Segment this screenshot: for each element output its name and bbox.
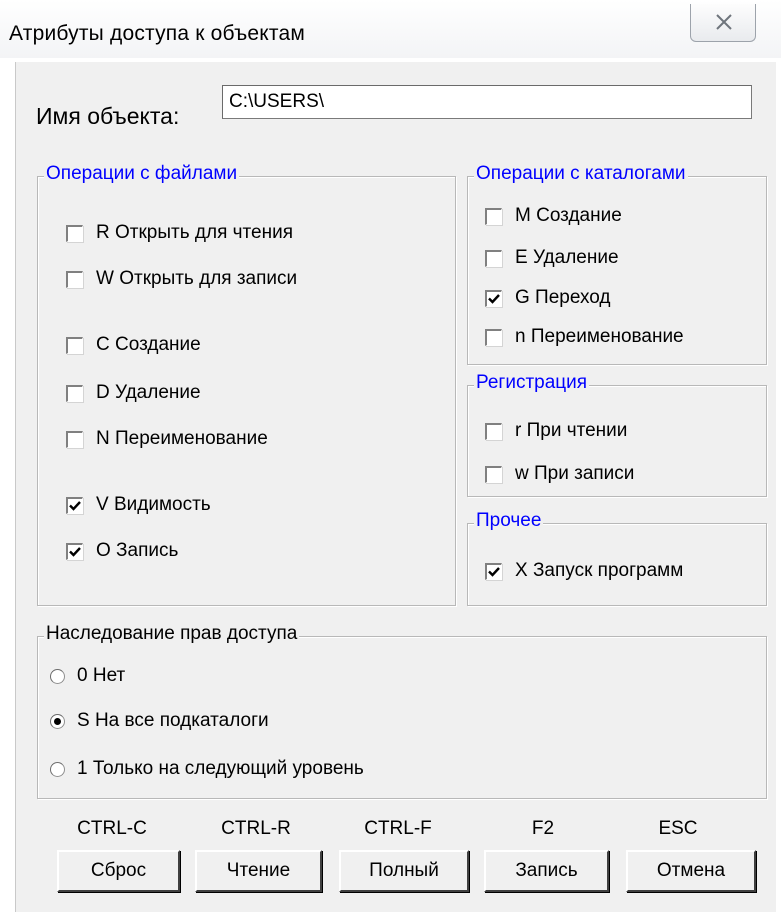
checkbox-label: G Переход (515, 287, 611, 308)
radio-circle[interactable] (50, 713, 65, 729)
checkbox-log-write[interactable]: w При записи (485, 463, 634, 485)
hotkey-cancel: ESC (658, 818, 698, 839)
checkbox-box[interactable] (485, 562, 502, 580)
checkbox-file-delete[interactable]: D Удаление (66, 382, 201, 404)
checkbox-run-programs[interactable]: X Запуск программ (485, 560, 683, 582)
radio-inherit-next-level[interactable]: 1 Только на следующий уровень (50, 758, 364, 780)
checkbox-box[interactable] (66, 336, 83, 354)
checkbox-box[interactable] (485, 422, 502, 440)
checkbox-label: M Создание (515, 205, 622, 226)
checkmark-icon (488, 566, 500, 577)
hotkey-read: CTRL-R (221, 818, 291, 839)
checkbox-file-write[interactable]: O Запись (66, 540, 178, 562)
hotkey-full: CTRL-F (364, 818, 432, 839)
read-button[interactable]: Чтение (195, 850, 322, 892)
object-name-input[interactable] (222, 85, 752, 119)
checkbox-box[interactable] (66, 430, 83, 448)
checkbox-label: D Удаление (96, 382, 201, 403)
checkbox-label: N Переименование (96, 428, 268, 449)
checkbox-open-write[interactable]: W Открыть для записи (66, 268, 297, 290)
checkbox-label: n Переименование (515, 326, 684, 347)
checkbox-open-read[interactable]: R Открыть для чтения (66, 222, 293, 244)
checkbox-label: R Открыть для чтения (96, 222, 293, 243)
reset-button[interactable]: Сброс (57, 850, 180, 892)
window-title: Атрибуты доступа к объектам (9, 22, 306, 45)
radio-inherit-none[interactable]: 0 Нет (50, 665, 125, 687)
other-legend: Прочее (474, 510, 544, 532)
checkbox-label: O Запись (96, 540, 179, 561)
checkbox-dir-delete[interactable]: E Удаление (485, 247, 619, 269)
hotkey-reset: CTRL-C (77, 818, 147, 839)
checkbox-box[interactable] (66, 542, 83, 560)
checkbox-file-create[interactable]: C Создание (66, 334, 201, 356)
checkbox-label: r При чтении (515, 420, 628, 441)
checkbox-box[interactable] (66, 270, 83, 288)
file-operations-legend: Операции с файлами (44, 163, 240, 185)
checkbox-box[interactable] (66, 224, 83, 242)
title-bar[interactable]: Атрибуты доступа к объектам (0, 0, 781, 58)
checkbox-dir-create[interactable]: M Создание (485, 205, 622, 227)
checkbox-box[interactable] (485, 328, 502, 346)
checkbox-box[interactable] (485, 465, 502, 483)
inheritance-legend: Наследование прав доступа (44, 623, 300, 645)
registration-legend: Регистрация (474, 372, 590, 394)
radio-circle[interactable] (50, 668, 65, 684)
full-button[interactable]: Полный (339, 850, 469, 892)
checkbox-label: X Запуск программ (515, 560, 684, 581)
checkbox-visibility[interactable]: V Видимость (66, 494, 211, 516)
checkmark-icon (488, 293, 500, 304)
checkbox-box[interactable] (66, 384, 83, 402)
checkbox-dir-rename[interactable]: n Переименование (485, 326, 684, 348)
checkbox-box[interactable] (485, 289, 502, 307)
checkbox-file-rename[interactable]: N Переименование (66, 428, 268, 450)
checkbox-box[interactable] (66, 496, 83, 514)
radio-inherit-all[interactable]: S На все подкаталоги (50, 710, 269, 732)
radio-selected-dot (54, 717, 61, 725)
checkmark-icon (69, 546, 81, 557)
checkbox-label: W Открыть для записи (96, 268, 298, 289)
radio-label: S На все подкаталоги (77, 710, 269, 731)
close-icon (716, 14, 732, 30)
checkmark-icon (69, 500, 81, 511)
checkbox-dir-traverse[interactable]: G Переход (485, 287, 611, 309)
checkbox-log-read[interactable]: r При чтении (485, 420, 627, 442)
radio-label: 0 Нет (77, 665, 126, 686)
radio-circle[interactable] (50, 761, 65, 777)
write-button[interactable]: Запись (484, 850, 609, 892)
object-name-label: Имя объекта: (36, 103, 180, 129)
dir-operations-legend: Операции с каталогами (474, 163, 688, 185)
cancel-button[interactable]: Отмена (626, 850, 756, 892)
hotkey-write: F2 (531, 818, 555, 839)
checkbox-label: E Удаление (515, 247, 619, 268)
checkbox-label: V Видимость (96, 494, 211, 515)
radio-label: 1 Только на следующий уровень (77, 758, 364, 779)
checkbox-box[interactable] (485, 207, 502, 225)
checkbox-label: w При записи (515, 463, 635, 484)
dialog-window: Атрибуты доступа к объектам Имя объекта:… (0, 0, 781, 912)
checkbox-label: C Создание (96, 334, 201, 355)
close-button[interactable] (690, 4, 756, 42)
checkbox-box[interactable] (485, 249, 502, 267)
